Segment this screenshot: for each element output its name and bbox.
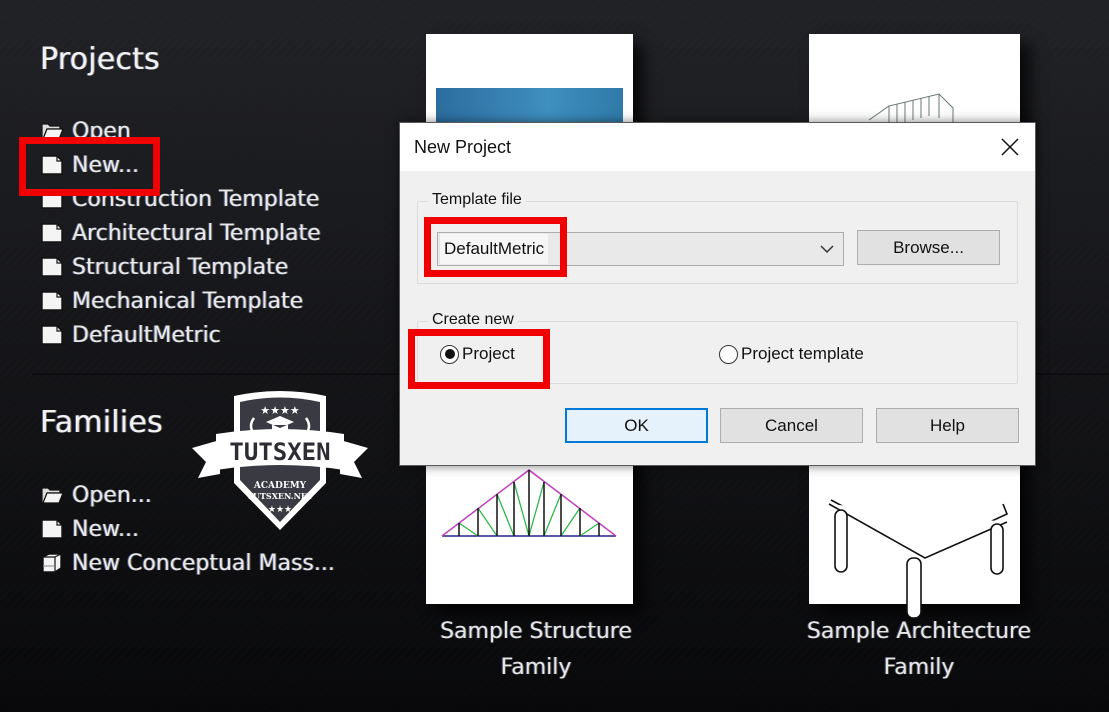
watermark-line1: ACADEMY [253, 481, 307, 491]
document-icon [41, 519, 63, 539]
radio-circle-unselected [719, 344, 738, 364]
browse-button[interactable]: Browse... [857, 230, 1000, 265]
projects-new-label: New... [72, 152, 139, 178]
dialog-titlebar[interactable]: New Project [400, 123, 1035, 171]
caption-line1: Sample Architecture [806, 619, 1032, 644]
template-file-label: Template file [428, 191, 526, 209]
document-icon [41, 291, 63, 311]
sample-structure-family-caption[interactable]: Sample Structure Family [406, 614, 666, 686]
projects-defaultmetric-link[interactable]: DefaultMetric [40, 318, 321, 352]
projects-open-link[interactable]: Open [40, 114, 321, 148]
caption-line1: Sample Structure [440, 619, 632, 644]
folder-open-icon [41, 487, 64, 504]
projects-defaultmetric-label: DefaultMetric [72, 322, 221, 348]
document-icon [41, 257, 63, 277]
families-heading: Families [40, 405, 163, 440]
radio-project[interactable]: Project [440, 344, 515, 364]
projects-structural-template-link[interactable]: Structural Template [40, 250, 321, 284]
new-project-dialog: New Project Template file DefaultMetric … [399, 122, 1036, 466]
projects-mechanical-template-label: Mechanical Template [72, 288, 304, 314]
create-new-label: Create new [428, 311, 518, 329]
projects-open-label: Open [72, 118, 131, 144]
projects-construction-template-link[interactable]: Construction Template [40, 182, 321, 216]
radio-circle-selected [440, 344, 459, 364]
watermark-line2: TUTSXEN.NET [247, 491, 313, 501]
table-family-thumbnail [828, 499, 1009, 619]
projects-mechanical-template-link[interactable]: Mechanical Template [40, 284, 321, 318]
radio-project-label: Project [462, 344, 515, 363]
projects-architectural-template-label: Architectural Template [72, 220, 321, 246]
mass-cube-icon [42, 553, 62, 573]
svg-text:★★★★: ★★★★ [260, 404, 300, 417]
radio-project-template[interactable]: Project template [719, 344, 864, 364]
families-new-conceptual-mass-link[interactable]: New Conceptual Mass... [40, 546, 335, 580]
svg-text:★★★: ★★★ [268, 505, 292, 515]
families-new-label: New... [72, 516, 139, 542]
families-open-label: Open... [72, 482, 152, 508]
template-file-value: DefaultMetric [440, 234, 549, 264]
close-icon [1001, 138, 1019, 156]
folder-open-icon [41, 123, 64, 140]
building-frame-thumbnail [868, 93, 954, 124]
projects-new-link[interactable]: New... [40, 148, 321, 182]
dialog-title: New Project [414, 137, 512, 157]
tutsxen-watermark-logo: ★★★★ TUTSXEN ACADEMY TUTSXEN.NET ★★★ [192, 391, 368, 530]
projects-construction-template-label: Construction Template [72, 186, 320, 212]
caption-line2: Family [883, 655, 955, 680]
caption-line2: Family [500, 655, 572, 680]
document-icon [41, 189, 63, 209]
document-icon [41, 325, 63, 345]
chevron-down-icon [820, 245, 834, 254]
ok-button[interactable]: OK [565, 408, 708, 443]
radio-project-template-label: Project template [741, 344, 864, 363]
help-button[interactable]: Help [876, 408, 1019, 443]
document-icon [41, 223, 63, 243]
watermark-brand: TUTSXEN [229, 438, 330, 466]
cancel-button[interactable]: Cancel [720, 408, 863, 443]
families-new-conceptual-mass-label: New Conceptual Mass... [72, 550, 335, 576]
projects-heading: Projects [40, 42, 160, 77]
close-button[interactable] [995, 133, 1025, 161]
template-file-dropdown[interactable]: DefaultMetric [437, 232, 844, 266]
sample-project-thumbnail [436, 88, 623, 124]
sample-architecture-family-caption[interactable]: Sample Architecture Family [789, 614, 1049, 686]
truss-family-thumbnail [441, 469, 617, 537]
projects-structural-template-label: Structural Template [72, 254, 289, 280]
projects-architectural-template-link[interactable]: Architectural Template [40, 216, 321, 250]
projects-list: Open New... Construction Template Archit… [40, 114, 321, 352]
document-icon [41, 155, 63, 175]
